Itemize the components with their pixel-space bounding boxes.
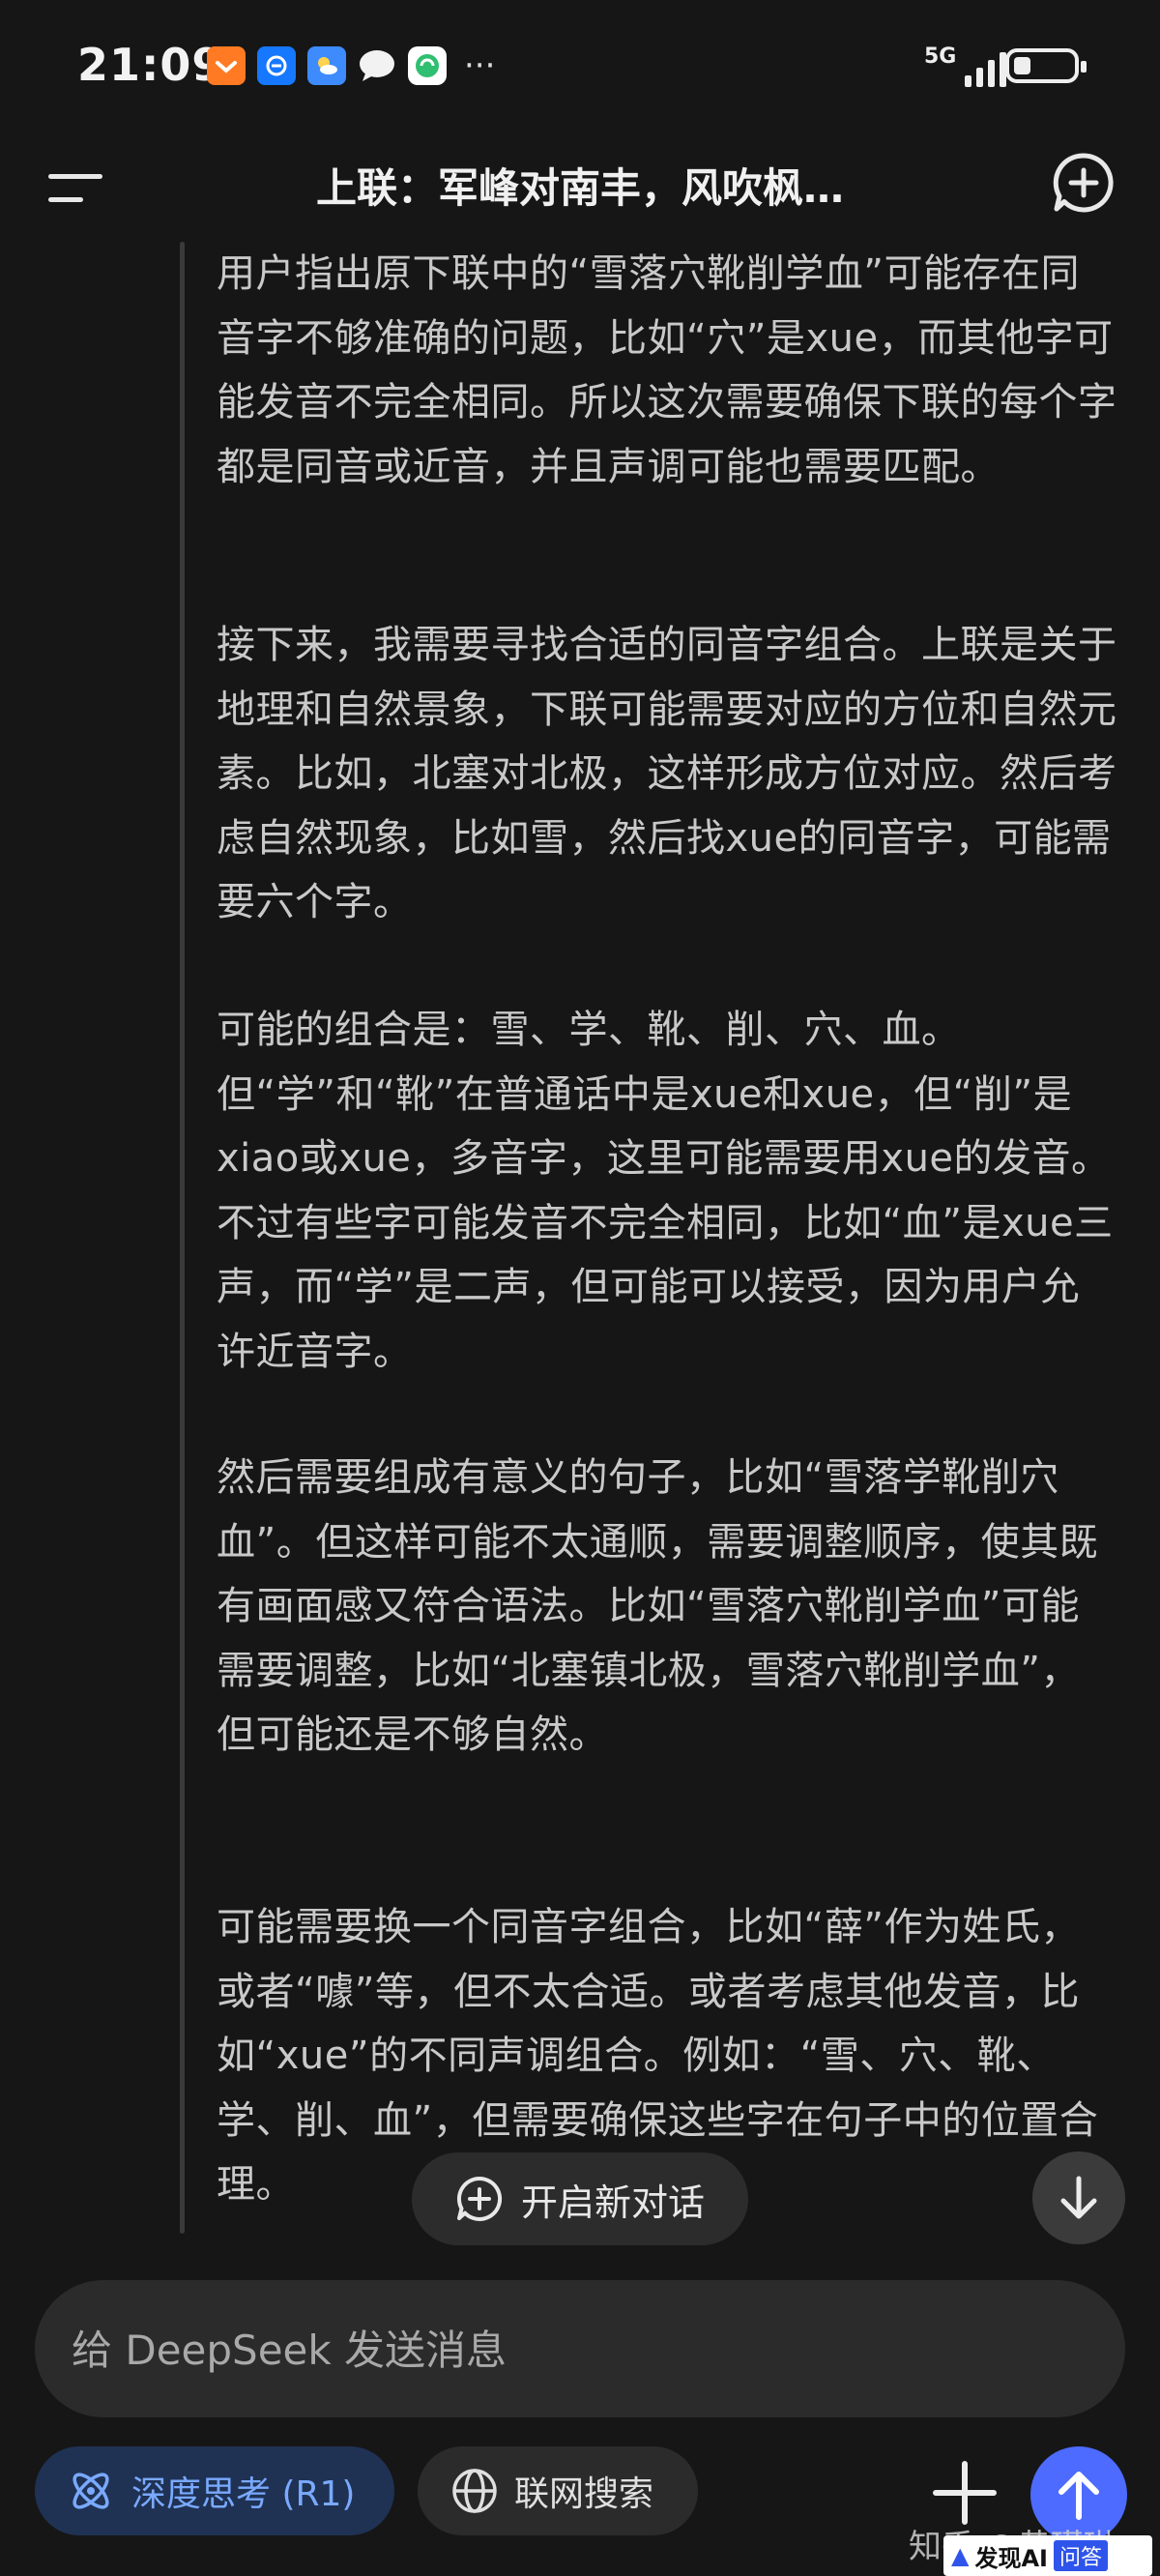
faxian-ai-watermark: ▲ 发现AI 问答 bbox=[943, 2535, 1152, 2576]
chat-bubble-icon bbox=[358, 46, 396, 85]
network-type: 5G bbox=[924, 44, 957, 69]
new-dialog-button[interactable]: 开启新对话 bbox=[412, 2152, 748, 2245]
arrow-down-icon bbox=[1060, 2176, 1097, 2219]
status-bar: 21:09 ··· 5G bbox=[0, 0, 1160, 135]
new-chat-icon bbox=[456, 2176, 503, 2221]
alipay-icon bbox=[257, 46, 296, 85]
deep-think-toggle[interactable]: 深度思考 (R1) bbox=[35, 2446, 394, 2535]
scroll-to-bottom-button[interactable] bbox=[1032, 2152, 1125, 2244]
thinking-paragraph: 用户指出原下联中的“雪落穴靴削学血”可能存在同音字不够准确的问题，比如“穴”是x… bbox=[217, 251, 1117, 489]
new-dialog-label: 开启新对话 bbox=[520, 2181, 705, 2224]
new-chat-icon bbox=[1053, 153, 1114, 213]
web-search-toggle[interactable]: 联网搜索 bbox=[418, 2446, 698, 2535]
weather-icon bbox=[307, 46, 346, 85]
arrow-up-icon bbox=[1058, 2472, 1099, 2520]
menu-button[interactable] bbox=[43, 162, 110, 217]
message-input[interactable] bbox=[70, 2280, 1079, 2419]
status-time: 21:09 bbox=[77, 39, 224, 91]
conversation-title[interactable]: 上联：军峰对南丰，风吹枫… bbox=[242, 155, 918, 222]
notification-icons: ··· bbox=[207, 46, 495, 85]
faxian-ai-logo-icon: ▲ bbox=[951, 2542, 970, 2569]
watermark-tag: 问答 bbox=[1053, 2540, 1108, 2571]
deep-think-label: 深度思考 (R1) bbox=[131, 2474, 356, 2514]
thinking-quote-bar bbox=[180, 242, 185, 2234]
taobao-icon bbox=[207, 46, 246, 85]
thinking-content: 用户指出原下联中的“雪落穴靴削学血”可能存在同音字不够准确的问题，比如“穴”是x… bbox=[0, 242, 1160, 2234]
more-notifications-indicator: ··· bbox=[464, 46, 496, 85]
battery-level-fill bbox=[1014, 57, 1030, 74]
battery-icon bbox=[1005, 48, 1087, 83]
attach-button[interactable] bbox=[928, 2456, 1001, 2530]
web-search-label: 联网搜索 bbox=[514, 2474, 654, 2514]
thinking-paragraph: 可能的组合是：雪、学、靴、削、穴、血。但“学”和“靴”在普通话中是xue和xue… bbox=[217, 1008, 1114, 1374]
thinking-paragraph: 接下来，我需要寻找合适的同音字组合。上联是关于地理和自然景象，下联可能需要对应的… bbox=[217, 623, 1117, 924]
globe-icon bbox=[452, 2469, 497, 2513]
wechat-icon bbox=[408, 46, 447, 85]
plus-icon bbox=[933, 2461, 997, 2525]
atom-icon bbox=[72, 2473, 109, 2509]
thinking-paragraph: 然后需要组成有意义的句子，比如“雪落学靴削穴血”。但这样可能不太通顺，需要调整顺… bbox=[217, 1455, 1099, 1757]
new-chat-button[interactable] bbox=[1052, 151, 1116, 215]
chat-header: 上联：军峰对南丰，风吹枫… bbox=[0, 135, 1160, 242]
message-input-container bbox=[35, 2280, 1125, 2419]
signal-indicator: 5G bbox=[924, 44, 1007, 87]
watermark-brand: 发现AI bbox=[974, 2544, 1048, 2572]
